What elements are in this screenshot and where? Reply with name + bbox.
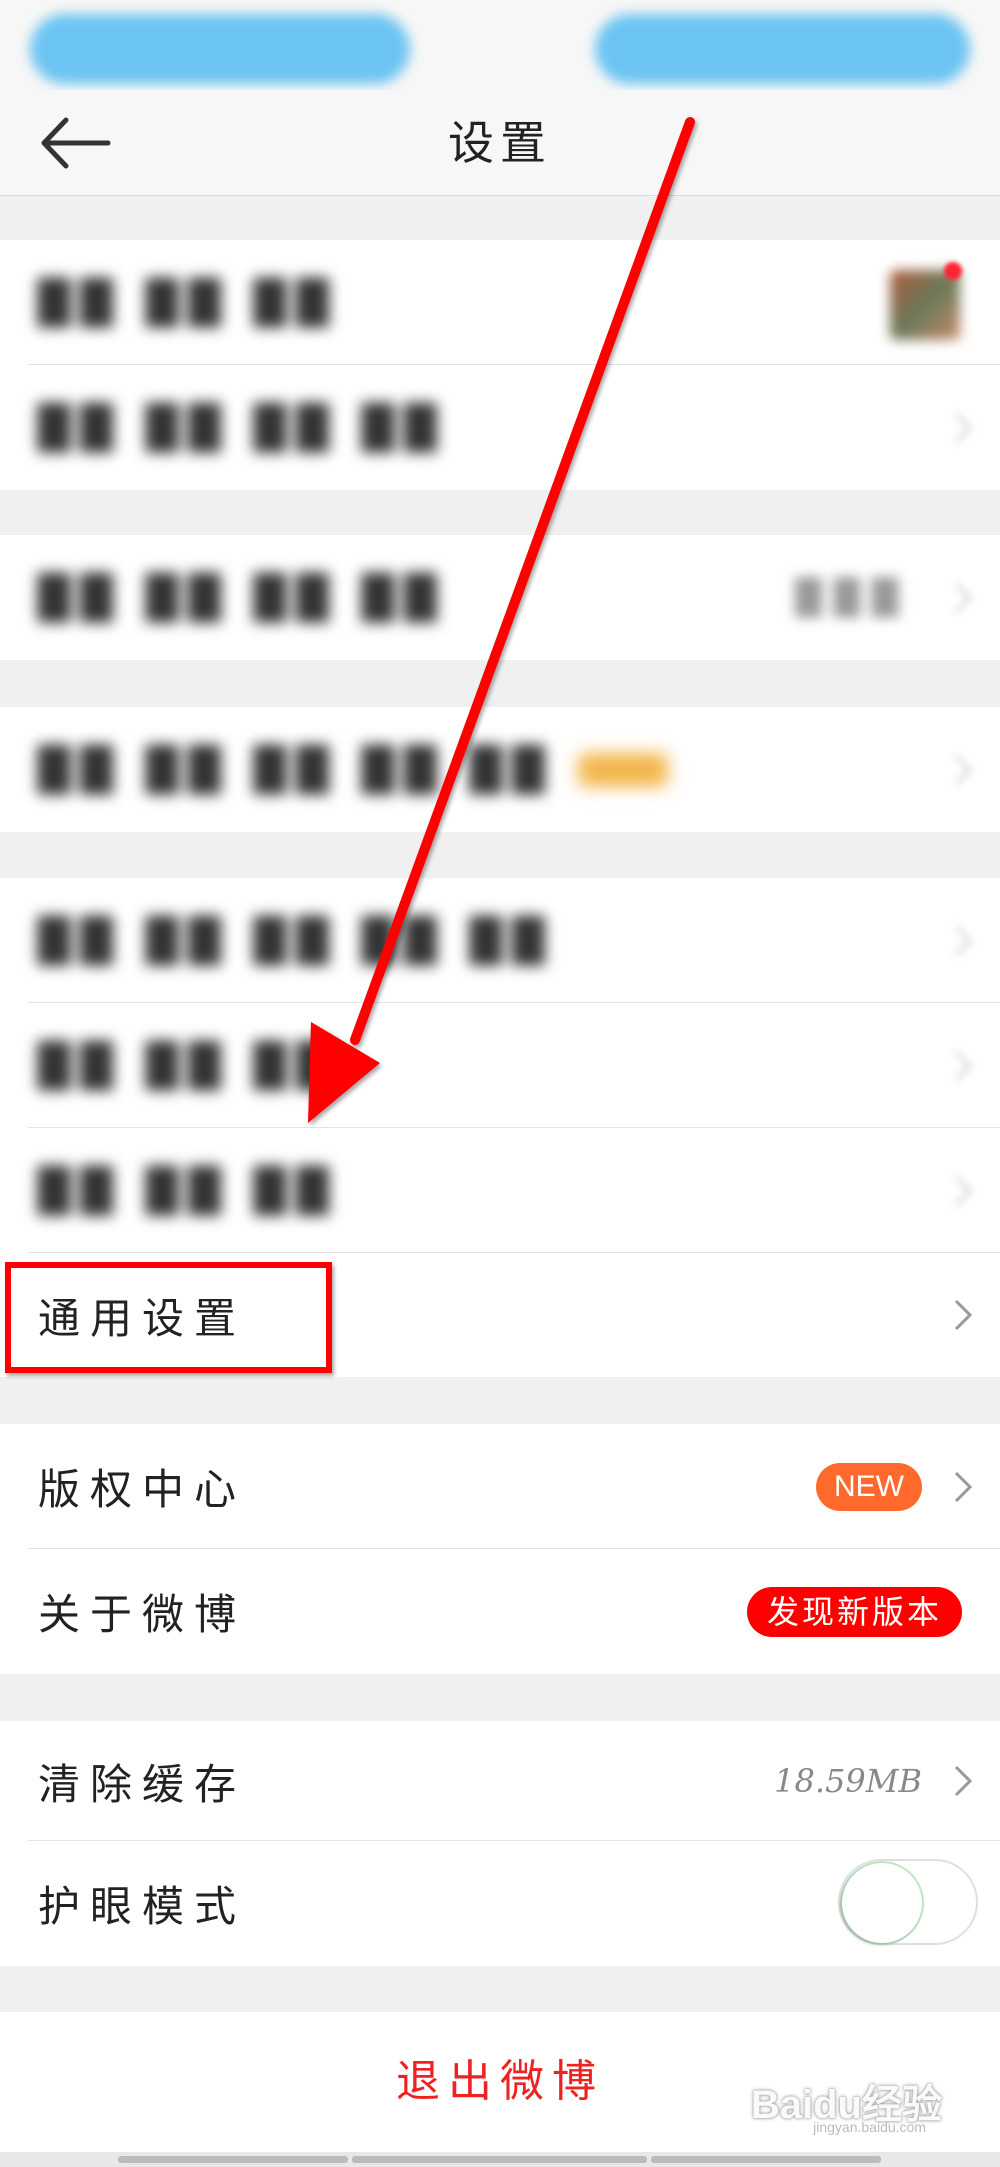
chevron-right-icon (954, 925, 973, 956)
bottom-segment (118, 2156, 348, 2163)
blurred-label: ██ ██ ██ ██ ██ (38, 707, 669, 832)
chevron-right-icon (954, 754, 973, 785)
new-badge: NEW (816, 1462, 922, 1511)
blurred-row-1[interactable]: ██ ██ ██ (0, 240, 1000, 365)
eye-protection-label: 护眼模式 (38, 1882, 247, 1931)
avatar (890, 270, 960, 340)
blurred-row-3[interactable]: ██ ██ ██ ██ ███ (0, 535, 1000, 660)
chevron-right-icon (954, 412, 973, 443)
eye-protection-toggle[interactable] (838, 1858, 978, 1945)
blurred-label: ██ ██ ██ (38, 1166, 339, 1215)
update-available-badge: 发现新版本 (746, 1586, 962, 1637)
blurred-status-left (30, 14, 410, 84)
blurred-row-7[interactable]: ██ ██ ██ (0, 1128, 1000, 1253)
blurred-label: ██ ██ ██ ██ (38, 573, 447, 622)
chevron-right-icon (954, 1471, 973, 1502)
blurred-row-4[interactable]: ██ ██ ██ ██ ██ (0, 707, 1000, 832)
about-weibo-label: 关于微博 (38, 1590, 247, 1639)
chevron-right-icon (954, 1175, 973, 1206)
chevron-right-icon (954, 582, 973, 613)
status-bar (0, 0, 1000, 90)
eye-protection-row: 护眼模式 (0, 1841, 1000, 1966)
bottom-segment (651, 2156, 881, 2163)
blurred-label: ██ ██ ██ ██ ██ (38, 916, 555, 965)
blurred-label: ██ ██ ██ ██ (38, 403, 447, 452)
blurred-row-2[interactable]: ██ ██ ██ ██ (0, 365, 1000, 490)
notification-dot (944, 262, 962, 280)
blurred-label: ██ ██ ██ (38, 278, 339, 327)
highlight-box (5, 1262, 332, 1373)
vip-badge (578, 752, 669, 787)
blurred-row-5[interactable]: ██ ██ ██ ██ ██ (0, 878, 1000, 1003)
page-title: 设置 (448, 116, 552, 170)
copyright-center-row[interactable]: 版权中心 NEW (0, 1424, 1000, 1549)
chevron-right-icon (954, 1765, 973, 1797)
blurred-status-right (595, 14, 970, 84)
toggle-knob (842, 1862, 922, 1943)
navigation-bar: 设置 (0, 90, 1000, 196)
cache-size: 18.59MB (774, 1762, 922, 1800)
bottom-bar (0, 2152, 1000, 2167)
blurred-value: ███ (795, 577, 910, 618)
clear-cache-row[interactable]: 清除缓存 18.59MB (0, 1721, 1000, 1841)
baidu-watermark-url: jingyan.baidu.com (813, 2119, 926, 2135)
chevron-right-icon (954, 1050, 973, 1081)
blurred-label: ██ ██ ██ (38, 1041, 339, 1090)
bottom-segment (352, 2156, 647, 2163)
clear-cache-label: 清除缓存 (38, 1759, 247, 1809)
blurred-row-6[interactable]: ██ ██ ██ (0, 1003, 1000, 1128)
about-weibo-row[interactable]: 关于微博 发现新版本 (0, 1549, 1000, 1674)
chevron-right-icon (954, 1299, 973, 1331)
copyright-center-label: 版权中心 (38, 1465, 247, 1514)
